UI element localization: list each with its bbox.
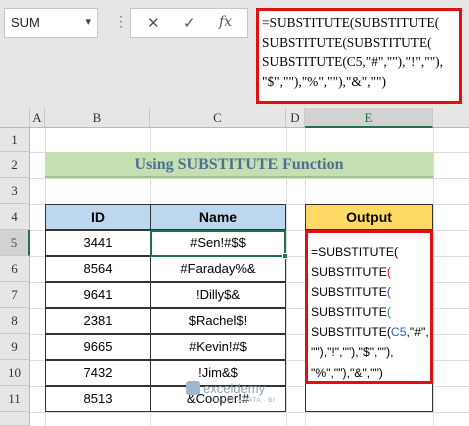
cell-id[interactable]: 9665	[45, 334, 151, 360]
chevron-down-icon[interactable]: ▾	[85, 15, 91, 28]
fill-handle[interactable]	[282, 253, 288, 259]
formula-part: (	[386, 305, 391, 320]
cell-id[interactable]: 7432	[45, 360, 151, 386]
formula-part: C5	[390, 325, 407, 340]
insert-function-icon[interactable]: fx	[219, 14, 232, 30]
row-header-selected[interactable]: 5	[0, 230, 30, 256]
row-header[interactable]: 1	[0, 128, 30, 152]
row-header[interactable]: 8	[0, 308, 30, 334]
name-box-value: SUM	[11, 15, 40, 30]
row-header[interactable]: 11	[0, 386, 30, 412]
cell-id[interactable]: 3441	[45, 230, 151, 256]
formula-part: SUBSTITUTE(	[311, 325, 391, 340]
selected-cell-border	[150, 230, 286, 257]
exceldemy-logo-icon	[186, 381, 200, 395]
gridline	[30, 412, 469, 413]
row-header[interactable]	[0, 412, 30, 426]
formula-part: ""),"!",""),"$",""),	[311, 345, 394, 360]
row-header[interactable]: 7	[0, 282, 30, 308]
formula-part: SUBSTITUTE	[311, 265, 387, 280]
formula-line: SUBSTITUTE(SUBSTITUTE(	[262, 34, 432, 50]
cell-name[interactable]: $Rachel$!	[150, 308, 286, 334]
column-header-blank[interactable]	[433, 108, 469, 128]
watermark-subtitle: EXCEL · DATA · BI	[212, 397, 276, 404]
watermark-logo: exceldemy	[186, 381, 265, 396]
output-formula-text: =SUBSTITUTE(SUBSTITUTE(SUBSTITUTE(SUBSTI…	[305, 230, 433, 384]
column-header-d[interactable]: D	[286, 108, 305, 128]
row-header[interactable]: 2	[0, 152, 30, 178]
select-all-corner[interactable]	[0, 108, 30, 128]
column-header-b[interactable]: B	[45, 108, 150, 128]
gridline	[433, 128, 434, 426]
header-name[interactable]: Name	[150, 204, 286, 230]
cell-id[interactable]: 2381	[45, 308, 151, 334]
name-box[interactable]: SUM ▾	[4, 8, 98, 38]
cell-name[interactable]: #Faraday%&	[150, 256, 286, 282]
formula-buttons: ✕ ✓ fx	[130, 8, 248, 38]
cell-id[interactable]: 8513	[45, 386, 151, 412]
header-id[interactable]: ID	[45, 204, 151, 230]
formula-part: (	[386, 285, 391, 300]
formula-line: "$",""),"%",""),"&","")	[262, 73, 386, 89]
formula-line: =SUBSTITUTE(SUBSTITUTE(	[262, 15, 440, 30]
sheet-title[interactable]: Using SUBSTITUTE Function	[45, 152, 433, 178]
cell-id[interactable]: 9641	[45, 282, 151, 308]
column-header-a[interactable]: A	[30, 108, 45, 128]
drag-handle-icon[interactable]: ⋮	[114, 14, 128, 28]
formula-part: ,"#",	[406, 325, 429, 340]
formula-line: SUBSTITUTE(C5,"#",""),"!",""),	[262, 54, 443, 69]
row-header[interactable]: 6	[0, 256, 30, 282]
enter-icon[interactable]: ✓	[183, 14, 196, 32]
formula-part: =SUBSTITUTE(	[311, 245, 399, 259]
watermark-name: exceldemy	[203, 381, 266, 396]
row-header[interactable]: 9	[0, 334, 30, 360]
cell-name[interactable]: !Dilly$&	[150, 282, 286, 308]
row-header[interactable]: 10	[0, 360, 30, 386]
formula-part: (	[386, 265, 391, 280]
cancel-icon[interactable]: ✕	[147, 14, 160, 32]
row-header[interactable]: 4	[0, 204, 30, 230]
row-header[interactable]: 3	[0, 178, 30, 204]
formula-input[interactable]: =SUBSTITUTE(SUBSTITUTE( SUBSTITUTE(SUBSTI…	[256, 8, 462, 104]
formula-part: SUBSTITUTE	[311, 305, 387, 320]
column-header-c[interactable]: C	[150, 108, 286, 128]
formula-part: "%",""),"&","")	[311, 365, 383, 380]
formula-part: SUBSTITUTE	[311, 285, 387, 300]
cell-name[interactable]: #Kevin!#$	[150, 334, 286, 360]
header-output[interactable]: Output	[305, 204, 433, 230]
cell-id[interactable]: 8564	[45, 256, 151, 282]
gridline	[30, 178, 469, 179]
column-header-e[interactable]: E	[305, 108, 433, 128]
